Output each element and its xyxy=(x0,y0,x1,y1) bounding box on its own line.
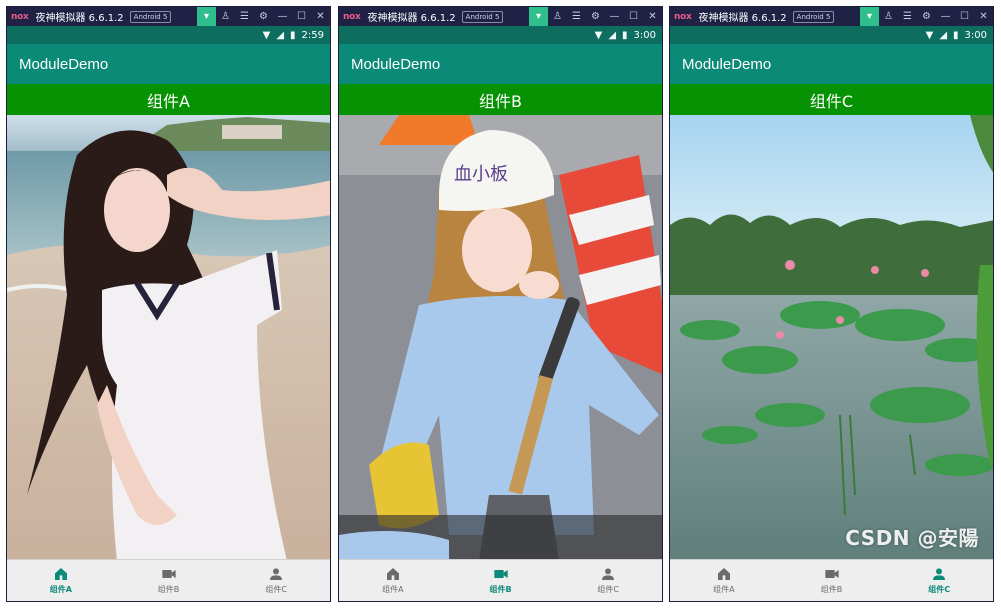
emulator-title: 夜神模拟器 6.6.1.2 xyxy=(698,13,787,24)
signal-icon: ◢ xyxy=(276,29,285,41)
nav-item-component-b[interactable]: 组件B xyxy=(115,560,223,601)
nav-item-component-b[interactable]: 组件B xyxy=(447,560,555,601)
android-version-badge: Android 5 xyxy=(129,10,172,23)
bottom-navigation: 组件A 组件B 组件C xyxy=(7,559,330,601)
cap-text: 血小板 xyxy=(454,164,508,185)
wifi-icon: ▼ xyxy=(925,29,934,41)
settings-icon[interactable]: ⚙ xyxy=(586,7,605,26)
status-time: 2:59 xyxy=(301,29,324,41)
settings-icon[interactable]: ⚙ xyxy=(917,7,936,26)
close-icon[interactable]: ✕ xyxy=(311,7,330,26)
status-time: 3:00 xyxy=(964,29,987,41)
close-icon[interactable]: ✕ xyxy=(974,7,993,26)
nav-label: 组件C xyxy=(928,585,951,594)
maximize-icon[interactable]: ☐ xyxy=(955,7,974,26)
girl-beach-image xyxy=(7,115,330,561)
android-status-bar: ▼ ◢ ▮ 3:00 xyxy=(339,26,662,44)
menu-icon[interactable]: ☰ xyxy=(567,7,586,26)
cosplay-girl-illustration: 血小板 xyxy=(339,115,662,561)
lotus-pond-image: CSDN @安陽 xyxy=(670,115,993,561)
nav-label: 组件A xyxy=(49,585,72,594)
video-icon xyxy=(824,570,839,578)
home-icon xyxy=(386,568,399,580)
nox-logo: nox xyxy=(11,11,29,22)
wifi-icon: ▼ xyxy=(262,29,271,41)
app-title: ModuleDemo xyxy=(7,44,330,84)
signal-icon: ◢ xyxy=(939,29,948,41)
android-status-bar: ▼ ◢ ▮ 2:59 xyxy=(7,26,330,44)
bottom-navigation: 组件A 组件B 组件C xyxy=(670,559,993,601)
nav-label: 组件A xyxy=(382,585,404,594)
settings-icon[interactable]: ⚙ xyxy=(254,7,273,26)
emulator-titlebar[interactable]: nox 夜神模拟器 6.6.1.2 Android 5 ▾ ♙ ☰ ⚙ — ☐ … xyxy=(7,7,330,26)
nav-item-component-a[interactable]: 组件A xyxy=(670,560,778,601)
lotus-pond-illustration xyxy=(670,115,993,561)
status-time: 3:00 xyxy=(633,29,656,41)
wifi-icon: ▼ xyxy=(594,29,603,41)
nav-item-component-b[interactable]: 组件B xyxy=(778,560,886,601)
android-status-bar: ▼ ◢ ▮ 3:00 xyxy=(670,26,993,44)
battery-icon: ▮ xyxy=(290,29,296,41)
menu-icon[interactable]: ☰ xyxy=(235,7,254,26)
nav-item-component-a[interactable]: 组件A xyxy=(7,560,115,601)
maximize-icon[interactable]: ☐ xyxy=(624,7,643,26)
component-header: 组件A xyxy=(7,84,330,115)
video-icon xyxy=(493,570,508,578)
nav-label: 组件A xyxy=(713,585,735,594)
minimize-icon[interactable]: — xyxy=(936,7,955,26)
person-icon xyxy=(933,568,946,580)
battery-icon: ▮ xyxy=(622,29,628,41)
nav-label: 组件B xyxy=(157,585,180,594)
home-icon xyxy=(717,568,730,580)
nav-label: 组件B xyxy=(489,585,512,594)
android-version-badge: Android 5 xyxy=(792,10,835,23)
person-icon xyxy=(602,568,615,580)
nox-logo: nox xyxy=(674,11,692,22)
nav-item-component-c[interactable]: 组件C xyxy=(554,560,662,601)
minimize-icon[interactable]: — xyxy=(273,7,292,26)
nav-label: 组件C xyxy=(597,585,619,594)
component-header: 组件C xyxy=(670,84,993,115)
screenshot-composite: nox 夜神模拟器 6.6.1.2 Android 5 ▾ ♙ ☰ ⚙ — ☐ … xyxy=(0,0,1001,608)
signal-icon: ◢ xyxy=(608,29,617,41)
emulator-window-b: nox 夜神模拟器 6.6.1.2 Android 5 ▾ ♙ ☰ ⚙ — ☐ … xyxy=(338,6,663,602)
emulator-window-a: nox 夜神模拟器 6.6.1.2 Android 5 ▾ ♙ ☰ ⚙ — ☐ … xyxy=(6,6,331,602)
component-header: 组件B xyxy=(339,84,662,115)
emulator-titlebar[interactable]: nox 夜神模拟器 6.6.1.2 Android 5 ▾ ♙ ☰ ⚙ — ☐ … xyxy=(339,7,662,26)
home-icon xyxy=(54,568,67,580)
app-title: ModuleDemo xyxy=(339,44,662,84)
keyboard-icon[interactable]: ▾ xyxy=(197,7,216,26)
android-version-badge: Android 5 xyxy=(461,10,504,23)
shirt-icon[interactable]: ♙ xyxy=(879,7,898,26)
person-icon xyxy=(270,568,283,580)
maximize-icon[interactable]: ☐ xyxy=(292,7,311,26)
bottom-navigation: 组件A 组件B 组件C xyxy=(339,559,662,601)
menu-icon[interactable]: ☰ xyxy=(898,7,917,26)
emulator-title: 夜神模拟器 6.6.1.2 xyxy=(35,13,124,24)
nav-item-component-c[interactable]: 组件C xyxy=(885,560,993,601)
nav-label: 组件C xyxy=(265,585,287,594)
emulator-titlebar[interactable]: nox 夜神模拟器 6.6.1.2 Android 5 ▾ ♙ ☰ ⚙ — ☐ … xyxy=(670,7,993,26)
emulator-window-c: nox 夜神模拟器 6.6.1.2 Android 5 ▾ ♙ ☰ ⚙ — ☐ … xyxy=(669,6,994,602)
keyboard-icon[interactable]: ▾ xyxy=(529,7,548,26)
nav-item-component-c[interactable]: 组件C xyxy=(222,560,330,601)
app-title: ModuleDemo xyxy=(670,44,993,84)
video-icon xyxy=(161,570,176,578)
nav-label: 组件B xyxy=(820,585,843,594)
watermark: CSDN @安陽 xyxy=(845,526,979,550)
emulator-title: 夜神模拟器 6.6.1.2 xyxy=(367,13,456,24)
girl-beach-illustration xyxy=(7,115,330,561)
close-icon[interactable]: ✕ xyxy=(643,7,662,26)
minimize-icon[interactable]: — xyxy=(605,7,624,26)
keyboard-icon[interactable]: ▾ xyxy=(860,7,879,26)
cosplay-girl-image: 血小板 xyxy=(339,115,662,561)
nox-logo: nox xyxy=(343,11,361,22)
battery-icon: ▮ xyxy=(953,29,959,41)
nav-item-component-a[interactable]: 组件A xyxy=(339,560,447,601)
shirt-icon[interactable]: ♙ xyxy=(216,7,235,26)
shirt-icon[interactable]: ♙ xyxy=(548,7,567,26)
